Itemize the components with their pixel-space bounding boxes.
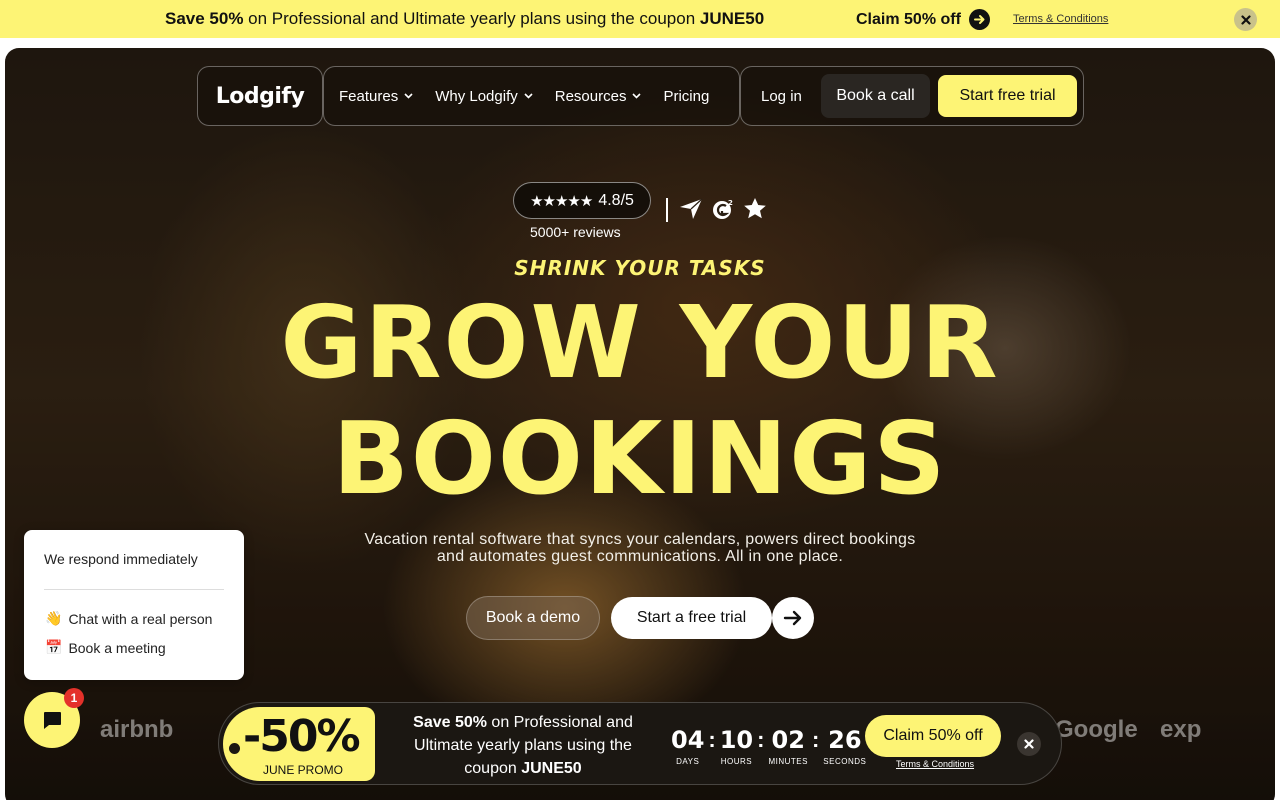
nav-item-resources[interactable]: Resources [555,88,642,105]
promo-claim-button[interactable]: Claim 50% off [865,715,1001,757]
nav-item-why-lodgify[interactable]: Why Lodgify [435,88,533,105]
chevron-down-icon [404,93,413,99]
banner-claim-link[interactable]: Claim 50% off [856,9,990,30]
countdown-seconds: 26 SECONDS [823,727,866,766]
logo-text: Lodgify [215,83,305,109]
countdown-value: 10 [719,726,754,754]
chat-title: We respond immediately [44,551,198,567]
promo-discount-tag: -50% JUNE PROMO [223,707,375,781]
nav-item-label: Pricing [663,87,710,105]
hero-headline-line-1: GROW YOUR [280,284,1000,401]
calendar-icon: 📅 [45,639,63,655]
close-icon[interactable] [1234,8,1257,31]
countdown-timer: 04 DAYS : 10 HOURS : 02 MINUTES : 26 SEC… [671,727,866,766]
start-free-trial-button[interactable]: Start free trial [938,75,1077,117]
nav-item-pricing[interactable]: Pricing [663,88,709,105]
rating-stars: ★★★★★ [530,192,593,210]
promo-terms-link[interactable]: Terms & Conditions [896,759,974,769]
banner-lead: Save 50% [165,9,244,28]
banner-text: on Professional and Ultimate yearly plan… [243,9,700,28]
partner-logo-google: Google [1055,716,1138,743]
book-call-button[interactable]: Book a call [821,74,930,118]
banner-coupon: JUNE50 [699,9,765,28]
main-nav: Features Why Lodgify Resources Pricing [323,66,740,126]
chat-option-label: Chat with a real person [68,610,213,627]
countdown-label: DAYS [676,757,700,766]
countdown-days: 04 DAYS [671,727,704,766]
countdown-hours: 10 HOURS [720,727,753,766]
chat-option-real-person[interactable]: 👋 Chat with a real person [45,610,212,627]
countdown-value: 04 [671,726,705,754]
promo-message: Save 50% on Professional and Ultimate ye… [389,711,657,780]
promo-coupon: JUNE50 [521,760,582,777]
review-count: 5000+ reviews [530,224,621,240]
partner-logo-airbnb: airbnb [100,716,174,743]
chat-popup: We respond immediately 👋 Chat with a rea… [24,530,244,680]
capterra-icon [680,198,703,219]
countdown-value: 26 [828,726,862,754]
g2-icon: 2 [713,199,733,219]
book-demo-button[interactable]: Book a demo [466,596,600,640]
banner-claim-label: Claim 50% off [856,10,961,28]
banner-message: Save 50% on Professional and Ultimate ye… [165,9,764,29]
banner-terms-link[interactable]: Terms & Conditions [1013,13,1108,25]
chat-option-label: Book a meeting [68,639,166,656]
chevron-down-icon [632,93,642,99]
nav-item-label: Features [339,87,399,105]
divider [666,198,668,222]
nav-actions: Log in Book a call Start free trial [740,66,1084,126]
countdown-separator: : [757,727,765,752]
unread-badge: 1 [64,688,84,708]
wave-icon: 👋 [45,610,63,626]
start-free-trial-hero-button[interactable]: Start a free trial [611,597,772,639]
hero-headline-line-2: BOOKINGS [332,400,948,517]
divider [44,589,224,590]
partner-logo-expedia: exp [1160,716,1202,743]
countdown-label: HOURS [720,757,753,766]
rating-score: 4.8/5 [598,191,634,209]
arrow-right-icon[interactable] [772,597,814,639]
logo[interactable]: Lodgify [197,66,323,126]
hero-eyebrow: SHRINK YOUR TASKS [514,256,766,280]
countdown-label: SECONDS [823,757,867,766]
arrow-right-icon [968,9,990,30]
countdown-label: MINUTES [768,757,808,766]
dot [229,743,240,754]
countdown-minutes: 02 MINUTES [768,727,808,766]
chevron-down-icon [524,93,533,99]
svg-text:2: 2 [728,199,733,207]
nav-item-label: Why Lodgify [435,87,518,105]
login-link[interactable]: Log in [761,88,802,105]
countdown-value: 02 [771,726,805,754]
close-icon[interactable] [1017,732,1041,756]
countdown-separator: : [811,727,820,752]
review-badges: 2 [679,197,767,221]
chat-bubble-icon [44,712,61,729]
promo-lead: Save 50% [413,714,487,731]
nav-item-label: Resources [554,87,627,105]
promo-tag-label: JUNE PROMO [263,763,344,777]
top-promo-banner: Save 50% on Professional and Ultimate ye… [0,0,1280,38]
promo-discount: -50% [243,711,361,762]
countdown-separator: : [708,727,716,752]
hero-section: Lodgify Features Why Lodgify Resources P… [5,48,1275,800]
promo-bar: -50% JUNE PROMO Save 50% on Professional… [218,702,1062,785]
star-icon [744,198,766,219]
chat-option-book-meeting[interactable]: 📅 Book a meeting [45,639,166,656]
rating-pill: ★★★★★ 4.8/5 [513,182,651,219]
nav-item-features[interactable]: Features [339,88,413,105]
